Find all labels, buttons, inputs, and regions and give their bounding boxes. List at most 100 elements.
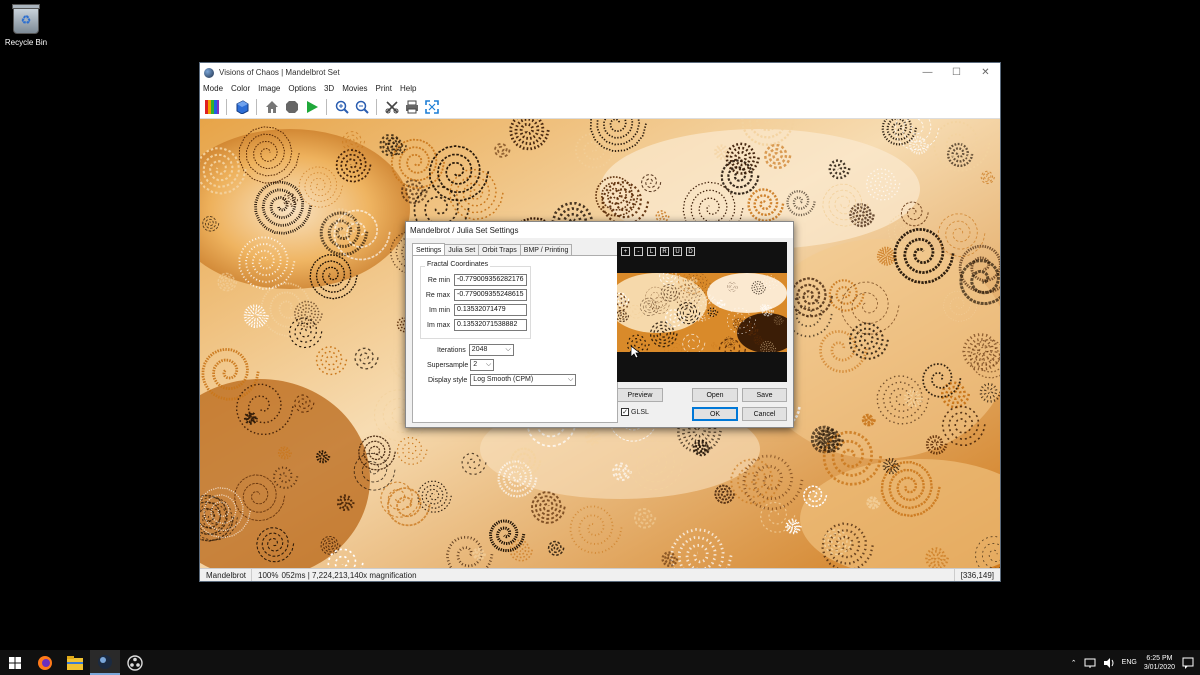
glsl-option[interactable]: ✓ GLSL	[621, 408, 649, 416]
menu-help[interactable]: Help	[400, 84, 416, 93]
display-style-select[interactable]: Log Smooth (CPM) ⌵	[470, 374, 577, 386]
im-min-row: Im min 0.13532071479	[421, 304, 527, 316]
im-max-field[interactable]: 0.13532071538882	[454, 319, 527, 331]
menu-3d[interactable]: 3D	[324, 84, 334, 93]
app-logo-icon	[204, 67, 214, 78]
im-max-row: Im max 0.13532071538882	[421, 319, 527, 331]
print-icon[interactable]	[403, 98, 420, 115]
window-title: Visions of Chaos | Mandelbrot Set	[219, 68, 340, 77]
menu-movies[interactable]: Movies	[342, 84, 367, 93]
menu-options[interactable]: Options	[288, 84, 316, 93]
file-explorer-icon[interactable]	[60, 650, 90, 675]
nav-up-button[interactable]: U	[673, 247, 682, 256]
clock-date: 3/01/2020	[1143, 663, 1175, 671]
toolbar-separator	[256, 98, 257, 115]
chevron-down-icon: ⌵	[567, 376, 574, 383]
glsl-label: GLSL	[631, 408, 649, 416]
im-min-label: Im min	[429, 306, 450, 314]
menu-mode[interactable]: Mode	[203, 84, 223, 93]
preview-area[interactable]: + - L R U D	[617, 242, 787, 382]
status-mode: Mandelbrot	[200, 569, 252, 581]
status-coords: [336,149]	[953, 569, 1000, 581]
display-style-label: Display style	[428, 376, 468, 384]
zoom-out-icon[interactable]	[353, 98, 370, 115]
title-bar[interactable]: Visions of Chaos | Mandelbrot Set — ☐ ✕	[200, 63, 1000, 82]
toolbar-separator	[376, 98, 377, 115]
re-min-field[interactable]: -0.779009356282176	[454, 274, 527, 286]
toolbar	[200, 95, 1000, 119]
menu-bar: Mode Color Image Options 3D Movies Print…	[200, 82, 1000, 95]
display-style-row: Display style Log Smooth (CPM) ⌵	[428, 374, 577, 386]
toolbar-separator	[226, 98, 227, 115]
iterations-row: Iterations 2048 ⌵	[437, 344, 514, 356]
iterations-label: Iterations	[437, 346, 466, 354]
visions-of-chaos-icon[interactable]	[90, 650, 120, 675]
toolbar-separator	[326, 98, 327, 115]
close-button[interactable]: ✕	[971, 67, 1000, 78]
im-min-field[interactable]: 0.13532071479	[454, 304, 527, 316]
supersample-select[interactable]: 2 ⌵	[470, 359, 495, 371]
home-icon[interactable]	[263, 98, 280, 115]
windows-start-icon[interactable]	[0, 650, 30, 675]
network-icon[interactable]	[1084, 658, 1096, 668]
language-indicator[interactable]: ENG	[1122, 659, 1137, 666]
palette-icon[interactable]	[203, 98, 220, 115]
supersample-row: Supersample 2 ⌵	[427, 359, 495, 371]
crop-icon[interactable]	[383, 98, 400, 115]
re-max-field[interactable]: -0.779009355248615	[454, 289, 527, 301]
recycle-bin-label: Recycle Bin	[4, 38, 48, 47]
obs-icon[interactable]	[120, 650, 150, 675]
menu-print[interactable]: Print	[376, 84, 392, 93]
cancel-button[interactable]: Cancel	[742, 407, 787, 421]
re-min-row: Re min -0.779009356282176	[421, 274, 527, 286]
re-max-label: Re max	[425, 291, 450, 299]
nav-right-button[interactable]: R	[660, 247, 669, 256]
chevron-up-icon[interactable]: ⌃	[1071, 659, 1077, 667]
fullscreen-icon[interactable]	[423, 98, 440, 115]
recycle-bin-shortcut[interactable]: Recycle Bin	[4, 4, 48, 47]
nav-left-button[interactable]: L	[647, 247, 656, 256]
iterations-select[interactable]: 2048 ⌵	[468, 344, 514, 356]
re-min-label: Re min	[427, 276, 450, 284]
ok-button[interactable]: OK	[692, 407, 738, 421]
maximize-button[interactable]: ☐	[942, 67, 971, 78]
open-button[interactable]: Open	[692, 388, 738, 402]
settings-dialog: Mandelbrot / Julia Set Settings Settings…	[405, 221, 794, 428]
nav-zoom-in-button[interactable]: +	[621, 247, 630, 256]
clock-time: 6:25 PM	[1146, 654, 1173, 662]
save-button[interactable]: Save	[742, 388, 787, 402]
menu-color[interactable]: Color	[231, 84, 250, 93]
menu-image[interactable]: Image	[258, 84, 280, 93]
fractal-coordinates-group: Fractal Coordinates Re min -0.7790093562…	[420, 261, 531, 339]
preview-image	[617, 273, 787, 352]
chevron-down-icon: ⌵	[505, 346, 511, 353]
glsl-checkbox[interactable]: ✓	[621, 408, 629, 416]
nav-zoom-out-button[interactable]: -	[634, 247, 643, 256]
preview-button[interactable]: Preview	[617, 388, 663, 402]
display-style-value: Log Smooth (CPM)	[473, 376, 534, 383]
minimize-button[interactable]: —	[913, 67, 942, 78]
group-title: Fractal Coordinates	[425, 261, 491, 268]
status-bar: Mandelbrot 100% 052ms | 7,224,213,140x m…	[200, 568, 1000, 581]
iterations-value: 2048	[471, 346, 488, 353]
chevron-down-icon: ⌵	[485, 361, 492, 368]
volume-icon[interactable]	[1103, 657, 1115, 668]
status-info: 052ms | 7,224,213,140x magnification	[281, 570, 417, 580]
status-zoom: 100%	[258, 570, 279, 580]
play-icon[interactable]	[303, 98, 320, 115]
system-tray: ⌃ ENG 6:25 PM 3/01/2020	[1071, 654, 1200, 672]
settings-panel: Fractal Coordinates Re min -0.7790093562…	[412, 255, 618, 423]
preview-nav: + - L R U D	[621, 247, 695, 256]
mouse-cursor-icon	[631, 346, 640, 359]
notifications-icon[interactable]	[1182, 657, 1194, 669]
dialog-title: Mandelbrot / Julia Set Settings	[406, 222, 793, 238]
re-max-row: Re max -0.779009355248615	[421, 289, 527, 301]
im-max-label: Im max	[427, 321, 450, 329]
firefox-icon[interactable]	[30, 650, 60, 675]
zoom-in-icon[interactable]	[333, 98, 350, 115]
cube-icon[interactable]	[233, 98, 250, 115]
clock[interactable]: 6:25 PM 3/01/2020	[1144, 654, 1175, 672]
supersample-label: Supersample	[427, 361, 469, 369]
nav-down-button[interactable]: D	[686, 247, 695, 256]
stop-icon[interactable]	[283, 98, 300, 115]
